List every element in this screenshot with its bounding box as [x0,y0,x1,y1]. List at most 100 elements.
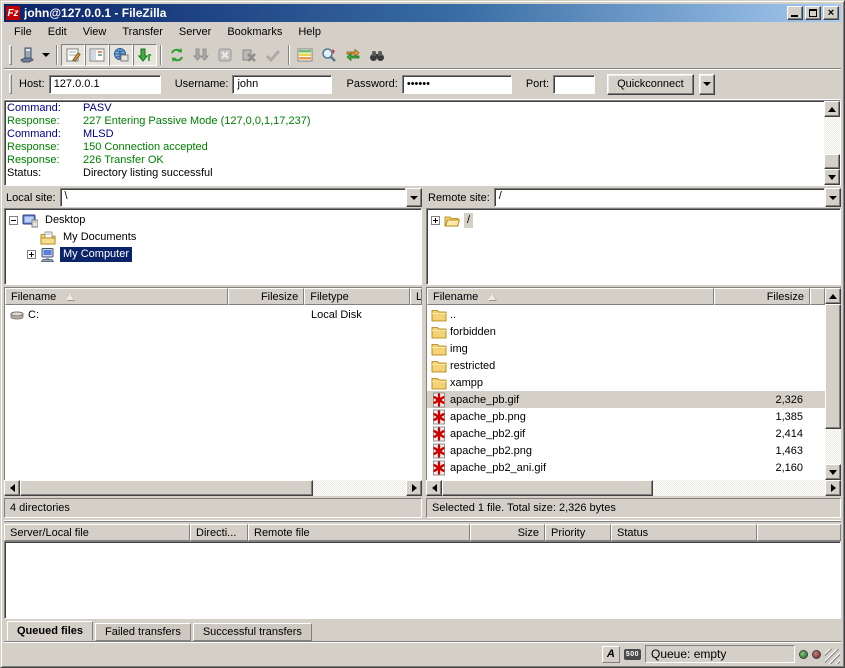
file-row[interactable]: apache_pb2.gif 2,414 [427,425,825,442]
tree-item-desktop[interactable]: Desktop [7,212,419,229]
ascii-datatype-icon[interactable]: A [602,646,620,663]
remote-site-value[interactable]: / [494,188,825,207]
scroll-track[interactable] [20,480,406,496]
tab-queued-files[interactable]: Queued files [7,621,93,641]
menu-transfer[interactable]: Transfer [114,24,171,40]
scroll-thumb[interactable] [442,480,653,496]
local-site-dropdown-button[interactable] [406,188,422,207]
file-row[interactable]: .. [427,306,825,323]
menu-view[interactable]: View [75,24,115,40]
expand-icon[interactable] [27,250,36,259]
quickconnect-button[interactable]: Quickconnect [607,74,694,95]
queue-body[interactable] [4,541,841,619]
directory-comparison-button[interactable] [293,44,317,66]
column-header-filetype[interactable]: Filetype [304,288,410,305]
log-vertical-scrollbar[interactable] [824,101,840,185]
remote-vertical-scrollbar[interactable] [825,288,841,480]
username-input[interactable] [232,75,332,94]
scroll-thumb[interactable] [20,480,313,496]
synchronized-browsing-button[interactable] [341,44,365,66]
minimize-button[interactable] [787,6,803,20]
menu-edit[interactable]: Edit [40,24,75,40]
column-header-filesize[interactable]: Filesize [714,288,810,305]
toggle-remote-tree-button[interactable] [109,44,133,66]
tab-failed-transfers[interactable]: Failed transfers [95,623,191,641]
scroll-right-button[interactable] [406,480,422,496]
file-row[interactable]: restricted [427,357,825,374]
remote-site-combo[interactable]: / [494,188,841,207]
local-list-body[interactable]: C: Local Disk [5,305,422,480]
toggle-local-tree-button[interactable] [85,44,109,66]
menu-help[interactable]: Help [290,24,329,40]
remote-site-dropdown-button[interactable] [825,188,841,207]
scroll-up-button[interactable] [824,101,840,117]
menu-server[interactable]: Server [171,24,219,40]
file-row[interactable]: img [427,340,825,357]
file-row[interactable]: apache_pb2.png 1,463 [427,442,825,459]
file-row[interactable]: xampp [427,374,825,391]
disconnect-button[interactable] [237,44,261,66]
column-header-status[interactable]: Status [611,524,757,541]
site-manager-button[interactable] [15,44,39,66]
remote-horizontal-scrollbar[interactable] [426,480,841,496]
tree-label-selected[interactable]: / [464,213,473,228]
process-queue-button[interactable] [189,44,213,66]
scroll-track[interactable] [442,480,825,496]
column-header-priority[interactable]: Priority [545,524,611,541]
scroll-right-button[interactable] [825,480,841,496]
maximize-button[interactable] [805,6,821,20]
local-horizontal-scrollbar[interactable] [4,480,422,496]
tree-item-my-computer[interactable]: My Computer [7,246,419,263]
file-row[interactable]: forbidden [427,323,825,340]
column-header-server-local-file[interactable]: Server/Local file [4,524,190,541]
quickconnect-dropdown-button[interactable] [699,74,715,95]
local-site-value[interactable]: \ [60,188,406,207]
menu-bookmarks[interactable]: Bookmarks [219,24,290,40]
file-row-c-drive[interactable]: C: Local Disk [5,306,422,323]
remote-list-body[interactable]: .. forbidden img restricted [427,305,825,480]
local-site-combo[interactable]: \ [60,188,422,207]
column-header-filename[interactable]: Filename [427,288,714,305]
port-input[interactable] [553,75,595,94]
menu-file[interactable]: File [6,24,40,40]
speedlimit-icon[interactable]: 500 [624,649,641,660]
tree-label[interactable]: My Documents [60,230,139,245]
column-header-remote-file[interactable]: Remote file [248,524,470,541]
scroll-left-button[interactable] [426,480,442,496]
column-header-filesize[interactable]: Filesize [228,288,304,305]
collapse-icon[interactable] [9,216,18,225]
expand-icon[interactable] [431,216,440,225]
toggle-message-log-button[interactable] [61,44,85,66]
tree-item-my-documents[interactable]: My Documents [7,229,419,246]
scroll-up-button[interactable] [825,288,841,304]
column-header-lastmodified-truncated[interactable]: L [410,288,422,305]
refresh-button[interactable] [165,44,189,66]
tree-label-selected[interactable]: My Computer [60,247,132,262]
find-files-button[interactable] [365,44,389,66]
column-header-filename[interactable]: Filename [5,288,228,305]
scroll-track[interactable] [825,304,841,464]
column-header-size[interactable]: Size [470,524,545,541]
tree-item-root[interactable]: / [429,212,838,229]
file-row-selected[interactable]: apache_pb.gif 2,326 [427,391,825,408]
abort-button[interactable] [261,44,285,66]
resize-grip-icon[interactable] [825,649,840,664]
cancel-operation-button[interactable] [213,44,237,66]
scroll-down-button[interactable] [825,464,841,480]
scroll-thumb[interactable] [824,154,840,169]
tree-label[interactable]: Desktop [42,213,88,228]
site-manager-dropdown-button[interactable] [39,44,53,66]
file-row[interactable]: apache_pb.png 1,385 [427,408,825,425]
filter-button[interactable] [317,44,341,66]
scroll-thumb[interactable] [825,304,841,429]
column-header-direction[interactable]: Directi... [190,524,248,541]
toggle-transfer-queue-button[interactable] [133,44,157,66]
password-input[interactable] [402,75,512,94]
close-button[interactable]: × [823,6,839,20]
host-input[interactable] [49,75,161,94]
scroll-left-button[interactable] [4,480,20,496]
scroll-track[interactable] [824,117,840,169]
scroll-down-button[interactable] [824,169,840,185]
tab-successful-transfers[interactable]: Successful transfers [193,623,312,641]
file-row[interactable]: apache_pb2_ani.gif 2,160 [427,459,825,476]
